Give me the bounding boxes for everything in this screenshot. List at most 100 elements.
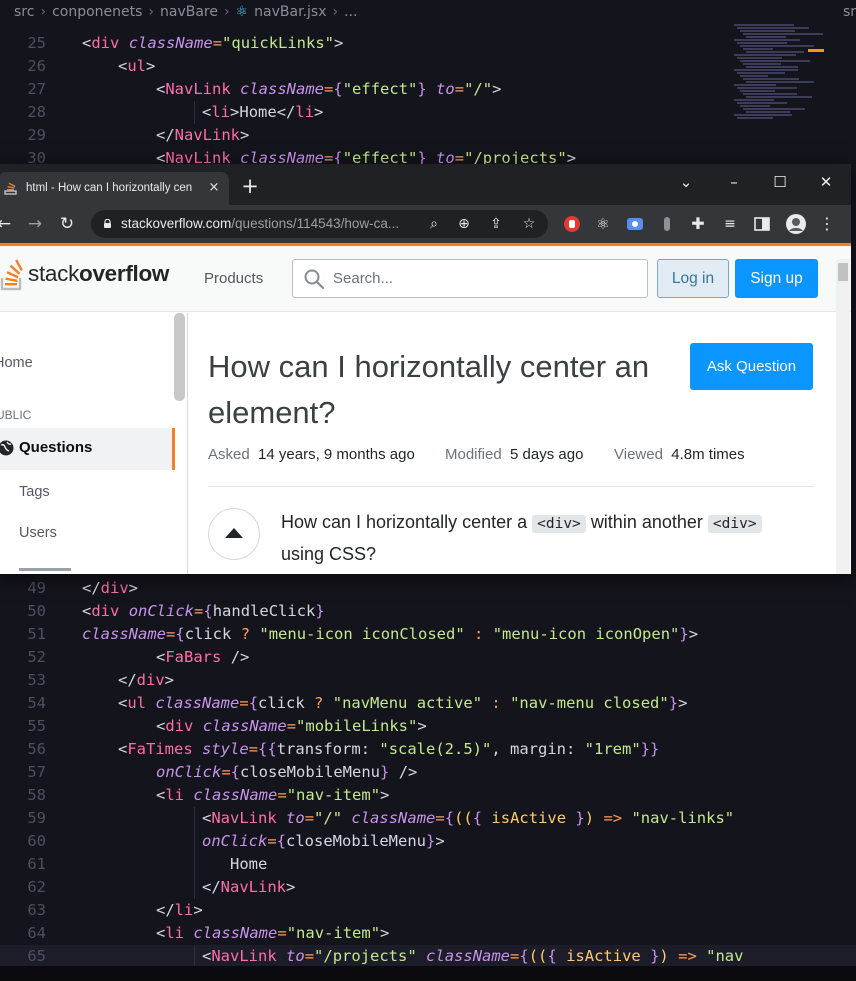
forward-arrow-icon[interactable]: → xyxy=(25,214,45,234)
code-line: 29 </NavLink> xyxy=(27,126,250,144)
code-line: 59 <NavLink to="/" className={(({ isActiv… xyxy=(0,807,856,830)
code-line: 25 <div className="quickLinks"> xyxy=(27,34,344,52)
code-line: 26 <ul> xyxy=(27,57,156,75)
browser-tab[interactable]: html - How can I horizontally cen × xyxy=(0,172,229,205)
upvote-arrow-icon xyxy=(225,528,243,538)
inline-code: <div> xyxy=(532,515,586,533)
left-sidebar: Home PUBLIC Questions Tags Users xyxy=(0,313,188,574)
react-icon: ⚛ xyxy=(235,4,249,20)
sidebar-scrollbar[interactable] xyxy=(174,313,185,401)
stackoverflow-page: stackoverflow Products Search... Log in … xyxy=(0,243,851,574)
code-line: 60 onClick={closeMobileMenu}> xyxy=(0,830,856,853)
code-block-top: 25 <div className="quickLinks"> 26 <ul> 27… xyxy=(0,32,856,170)
inline-code: <div> xyxy=(707,515,762,533)
code-line: 51 className={click ? "menu-icon iconClos… xyxy=(27,625,699,643)
code-line: 57 onClick={closeMobileMenu} /> xyxy=(27,763,418,781)
question-body: How can I horizontally center a <div> wi… xyxy=(281,507,811,569)
media-control-icon[interactable]: ≡ xyxy=(721,215,739,233)
sidebar-item-tags[interactable]: Tags xyxy=(19,484,50,500)
share-icon[interactable]: ⇪ xyxy=(487,215,505,233)
sidebar-item-users[interactable]: Users xyxy=(19,525,57,541)
maximize-button[interactable]: ☐ xyxy=(768,170,792,194)
breadcrumb-src[interactable]: src xyxy=(14,4,34,20)
code-line: 52 <FaBars /> xyxy=(27,648,250,666)
ask-question-button[interactable]: Ask Question xyxy=(690,343,813,390)
logo-wordmark: stackoverflow xyxy=(28,261,170,286)
search-icon[interactable]: ⌕ xyxy=(425,215,443,233)
stackoverflow-logo[interactable]: stackoverflow xyxy=(0,257,178,297)
sidebar-item-questions[interactable]: Questions xyxy=(0,428,175,470)
code-block-bottom: 49 </div> 50 <div onClick={handleClick} 51… xyxy=(0,577,856,968)
sidebar-item-home[interactable]: Home xyxy=(0,355,33,371)
signup-button[interactable]: Sign up xyxy=(735,259,818,298)
tab-strip: html - How can I horizontally cen × + ⌄ … xyxy=(0,164,851,205)
extension-red-shield-icon[interactable] xyxy=(563,215,581,233)
breadcrumb: src › conponenets › navBare › ⚛ navBar.jsx ›... … xyxy=(0,0,856,24)
reload-icon[interactable]: ↻ xyxy=(57,214,77,234)
new-tab-button[interactable]: + xyxy=(240,176,260,197)
chevron-right-icon: › xyxy=(40,4,47,20)
breadcrumb-file[interactable]: navBar.jsx xyxy=(254,4,326,20)
extensions-puzzle-icon[interactable]: ✚ xyxy=(689,215,707,233)
sidebar-item-cut-off xyxy=(19,564,79,574)
chevron-right-icon: › xyxy=(148,4,155,20)
page-scrollbar[interactable] xyxy=(836,259,850,574)
chevron-right-icon: › xyxy=(224,4,230,20)
back-arrow-icon[interactable]: ← xyxy=(0,214,14,234)
lock-icon xyxy=(104,219,111,228)
page-scrollbar-thumb[interactable] xyxy=(838,263,848,281)
stackoverflow-logo-icon xyxy=(0,259,23,291)
modified-meta: Modified 5 days ago xyxy=(445,446,584,463)
divider xyxy=(208,486,814,487)
login-button[interactable]: Log in xyxy=(657,259,729,298)
sidebar-section-public: PUBLIC xyxy=(0,408,32,422)
code-line: 63 </li> xyxy=(27,901,203,919)
status-strip xyxy=(0,966,856,981)
extension-grey-icon[interactable] xyxy=(658,215,676,233)
breadcrumb-right-fragment: sr xyxy=(842,4,856,20)
code-line: 62 </NavLink> xyxy=(0,876,856,899)
so-header: stackoverflow Products Search... Log in … xyxy=(0,246,851,312)
minimize-button[interactable]: – xyxy=(722,170,746,194)
code-line: 50 <div onClick={handleClick} xyxy=(27,602,325,620)
code-line-current: 65 <NavLink to="/projects" className={(({… xyxy=(0,945,856,968)
code-line: 28 <li>Home</li> xyxy=(0,101,856,124)
url-text: stackoverflow.com/questions/114543/how-c… xyxy=(121,216,400,231)
minimap-row xyxy=(734,24,794,26)
stackoverflow-favicon-icon xyxy=(4,182,17,195)
globe-icon xyxy=(0,440,14,456)
browser-window[interactable]: html - How can I horizontally cen × + ⌄ … xyxy=(0,164,851,574)
bookmark-star-icon[interactable]: ☆ xyxy=(520,215,538,233)
code-line: 55 <div className="mobileLinks"> xyxy=(27,717,427,735)
code-line: 64 <li className="nav-item"> xyxy=(27,924,390,942)
extension-blue-icon[interactable] xyxy=(626,215,644,233)
address-bar[interactable]: stackoverflow.com/questions/114543/how-c… xyxy=(91,210,548,238)
breadcrumb-folder[interactable]: conponenets xyxy=(52,4,142,20)
viewed-meta: Viewed 4.8m times xyxy=(614,446,745,463)
question-title[interactable]: How can I horizontally center an element… xyxy=(208,344,668,436)
search-placeholder: Search... xyxy=(333,270,394,287)
breadcrumb-symbol[interactable]: ... xyxy=(344,4,357,20)
tab-title: html - How can I horizontally cen xyxy=(26,182,193,194)
code-line: 27 <NavLink className={"effect"} to="/"> xyxy=(27,80,502,98)
search-icon xyxy=(304,269,325,290)
react-devtools-icon[interactable]: ⚛ xyxy=(594,215,612,233)
tab-search-icon[interactable]: ⌄ xyxy=(674,170,698,194)
minimap-row xyxy=(737,27,809,29)
kebab-menu-icon[interactable]: ⋮ xyxy=(818,215,836,233)
code-line: 49 </div> xyxy=(27,579,139,597)
tab-close-icon[interactable]: × xyxy=(206,180,222,196)
close-window-button[interactable]: ✕ xyxy=(814,170,838,194)
side-panel-icon[interactable] xyxy=(753,215,771,233)
upvote-button[interactable] xyxy=(208,508,260,560)
search-input[interactable]: Search... xyxy=(292,259,648,298)
code-line: 56 <FaTimes style={{transform: "scale(2.5… xyxy=(27,740,660,758)
code-line: 61 Home xyxy=(0,853,856,876)
breadcrumb-subfolder[interactable]: navBare xyxy=(160,4,218,20)
chevron-right-icon: › xyxy=(332,4,339,20)
sidebar-item-label: Questions xyxy=(19,439,93,456)
profile-avatar-icon[interactable] xyxy=(786,214,806,234)
zoom-icon[interactable]: ⊕ xyxy=(455,215,473,233)
asked-meta: Asked 14 years, 9 months ago xyxy=(208,446,415,463)
products-link[interactable]: Products xyxy=(204,270,263,287)
